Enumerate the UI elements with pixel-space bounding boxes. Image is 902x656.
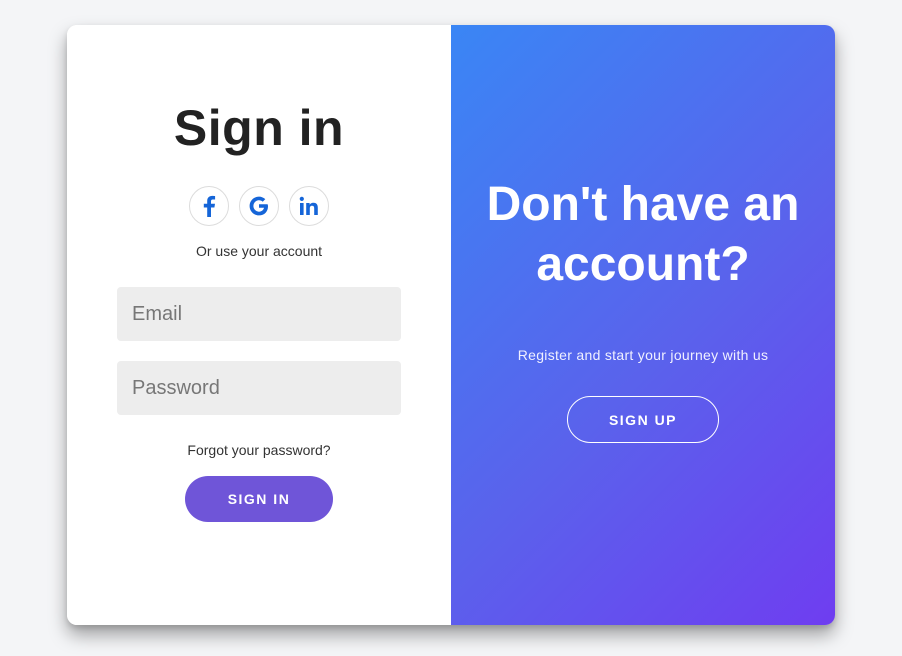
linkedin-login-button[interactable]: [289, 186, 329, 226]
signin-title: Sign in: [173, 100, 345, 156]
facebook-icon: [203, 195, 216, 217]
google-icon: [249, 196, 268, 216]
auth-card: Sign in Or use your account Email Forgot…: [67, 25, 835, 625]
alt-login-text: Or use your account: [195, 243, 323, 259]
sign-up-button[interactable]: SIGN UP: [567, 396, 719, 443]
social-login-row: [189, 186, 329, 226]
signup-promo-panel: Don't have an account? Register and star…: [451, 25, 835, 625]
linkedin-icon: [299, 196, 318, 215]
promo-text: Register and start your journey with us: [517, 347, 769, 363]
promo-title: Don't have an account?: [486, 178, 800, 291]
password-field[interactable]: [117, 361, 401, 415]
google-login-button[interactable]: [239, 186, 279, 226]
email-field[interactable]: [117, 287, 401, 341]
signin-panel: Sign in Or use your account Email Forgot…: [67, 25, 451, 625]
facebook-login-button[interactable]: [189, 186, 229, 226]
sign-in-button[interactable]: SIGN IN: [185, 476, 333, 522]
forgot-password-link[interactable]: Forgot your password?: [67, 442, 451, 458]
